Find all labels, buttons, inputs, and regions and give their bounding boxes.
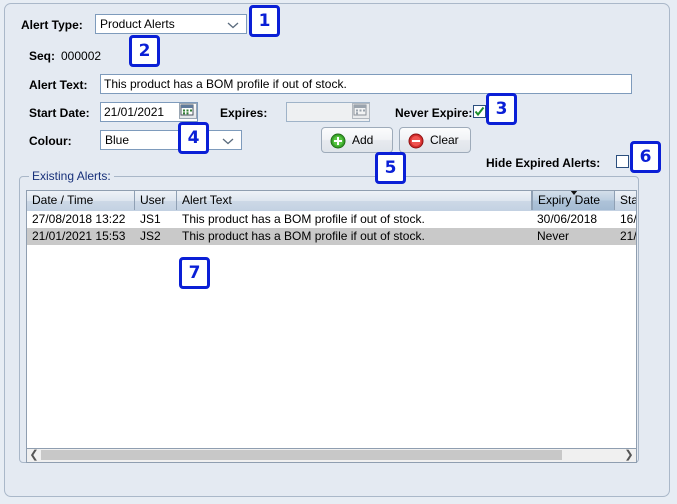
annotation-badge-4: 4 [178, 122, 209, 154]
start-date-value: 21/01/2021 [104, 105, 164, 119]
column-header-start[interactable]: Sta [615, 191, 637, 210]
cell-start: 21/0 [615, 228, 637, 245]
expires-calendar-icon[interactable] [352, 103, 370, 119]
hide-expired-label: Hide Expired Alerts: [486, 156, 600, 170]
scroll-left-arrow-icon[interactable]: ❮ [27, 449, 41, 461]
cell-user: JS2 [135, 228, 177, 245]
table-row[interactable]: 27/08/2018 13:22 JS1 This product has a … [27, 211, 636, 228]
chevron-down-icon [227, 15, 243, 33]
cell-alerttext: This product has a BOM profile if out of… [177, 211, 532, 228]
cell-datetime: 21/01/2021 15:53 [27, 228, 135, 245]
add-button[interactable]: Add [321, 127, 393, 153]
column-header-datetime[interactable]: Date / Time [27, 191, 135, 210]
alert-type-combo-value: Product Alerts [100, 15, 226, 33]
annotation-badge-2: 2 [129, 35, 160, 67]
column-header-user[interactable]: User [135, 191, 177, 210]
start-date-calendar-icon[interactable] [179, 103, 197, 119]
never-expire-label: Never Expire: [395, 106, 472, 120]
column-header-expirydate[interactable]: Expiry Date [532, 191, 615, 210]
alerts-panel: Alert Type: Product Alerts Seq: 000002 A… [4, 3, 670, 497]
alert-text-label: Alert Text: [29, 78, 87, 92]
seq-value: 000002 [61, 49, 101, 63]
column-header-expirydate-label: Expiry Date [538, 193, 600, 207]
scrollbar-thumb[interactable] [41, 450, 562, 460]
existing-alerts-label: Existing Alerts: [29, 169, 114, 183]
sort-descending-icon [570, 191, 578, 195]
scroll-right-arrow-icon[interactable]: ❯ [622, 449, 636, 461]
clear-button-label: Clear [430, 128, 459, 152]
cell-alerttext: This product has a BOM profile if out of… [177, 228, 532, 245]
colour-label: Colour: [29, 134, 72, 148]
add-button-label: Add [352, 128, 373, 152]
alert-type-label: Alert Type: [21, 18, 83, 32]
cell-datetime: 27/08/2018 13:22 [27, 211, 135, 228]
chevron-down-icon [222, 131, 238, 149]
annotation-badge-6: 6 [630, 141, 661, 173]
expires-label: Expires: [220, 106, 267, 120]
clear-button[interactable]: Clear [399, 127, 471, 153]
alert-type-combo[interactable]: Product Alerts [95, 14, 247, 34]
minus-circle-icon [408, 133, 424, 152]
alert-text-input[interactable]: This product has a BOM profile if out of… [100, 74, 632, 94]
existing-alerts-table[interactable]: Date / Time User Alert Text Expiry Date … [26, 190, 637, 449]
plus-circle-icon [330, 133, 346, 152]
table-horizontal-scrollbar[interactable]: ❮ ❯ [26, 449, 637, 463]
cell-user: JS1 [135, 211, 177, 228]
cell-expirydate: Never [532, 228, 615, 245]
annotation-badge-5: 5 [375, 152, 406, 184]
hide-expired-checkbox[interactable] [616, 155, 629, 168]
annotation-badge-7: 7 [179, 257, 210, 289]
start-date-label: Start Date: [29, 106, 90, 120]
annotation-badge-1: 1 [249, 5, 280, 37]
cell-start: 16/0 [615, 211, 637, 228]
seq-label: Seq: [29, 49, 55, 63]
colour-combo[interactable]: Blue [100, 130, 242, 150]
table-row[interactable]: 21/01/2021 15:53 JS2 This product has a … [27, 228, 636, 245]
annotation-badge-3: 3 [486, 93, 517, 125]
never-expire-checkbox[interactable] [473, 105, 486, 118]
table-header-row: Date / Time User Alert Text Expiry Date … [27, 191, 636, 212]
cell-expirydate: 30/06/2018 [532, 211, 615, 228]
column-header-alerttext[interactable]: Alert Text [177, 191, 532, 210]
alert-text-value: This product has a BOM profile if out of… [104, 77, 347, 91]
